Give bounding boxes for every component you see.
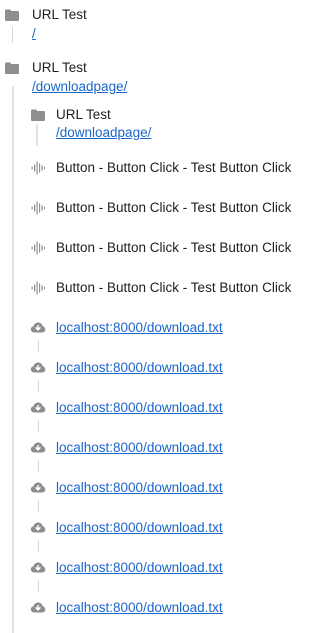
waveform-icon [31, 241, 46, 255]
cloud-download-icon [30, 482, 46, 493]
root-node-title: URL Test [32, 7, 87, 22]
tree-connector [12, 27, 13, 43]
button-event-label[interactable]: Button - Button Click - Test Button Clic… [56, 200, 291, 216]
tree-connector [38, 380, 39, 392]
download-link[interactable]: localhost:8000/download.txt [56, 320, 223, 336]
folder-icon [5, 9, 19, 21]
root-node-url-link[interactable]: / [32, 26, 36, 42]
tree-connector [38, 580, 39, 592]
waveform-icon [31, 201, 46, 215]
cloud-download-icon [30, 362, 46, 373]
cloud-download-icon [30, 562, 46, 573]
download-link[interactable]: localhost:8000/download.txt [56, 560, 223, 576]
child-node-title: URL Test [56, 107, 111, 122]
tree-connector [38, 340, 39, 352]
cloud-download-icon [30, 602, 46, 613]
folder-icon [31, 109, 45, 121]
waveform-icon [31, 161, 46, 175]
download-link[interactable]: localhost:8000/download.txt [56, 400, 223, 416]
tree-connector [38, 460, 39, 472]
download-link[interactable]: localhost:8000/download.txt [56, 440, 223, 456]
tree-rail [12, 86, 14, 633]
download-link[interactable]: localhost:8000/download.txt [56, 600, 223, 616]
cloud-download-icon [30, 402, 46, 413]
tree-connector [38, 420, 39, 432]
tree-connector [38, 540, 39, 552]
folder-icon [5, 62, 19, 74]
child-node-url-link[interactable]: /downloadpage/ [56, 125, 151, 141]
download-link[interactable]: localhost:8000/download.txt [56, 520, 223, 536]
cloud-download-icon [30, 522, 46, 533]
tree-connector [38, 500, 39, 512]
cloud-download-icon [30, 442, 46, 453]
root-node-title: URL Test [32, 60, 87, 75]
waveform-icon [31, 281, 46, 295]
cloud-download-icon [30, 322, 46, 333]
button-event-label[interactable]: Button - Button Click - Test Button Clic… [56, 160, 291, 176]
tree-rail [36, 124, 38, 146]
button-event-label[interactable]: Button - Button Click - Test Button Clic… [56, 240, 291, 256]
root-node-url-link[interactable]: /downloadpage/ [32, 79, 127, 95]
button-event-label[interactable]: Button - Button Click - Test Button Clic… [56, 280, 291, 296]
download-link[interactable]: localhost:8000/download.txt [56, 360, 223, 376]
download-link[interactable]: localhost:8000/download.txt [56, 480, 223, 496]
